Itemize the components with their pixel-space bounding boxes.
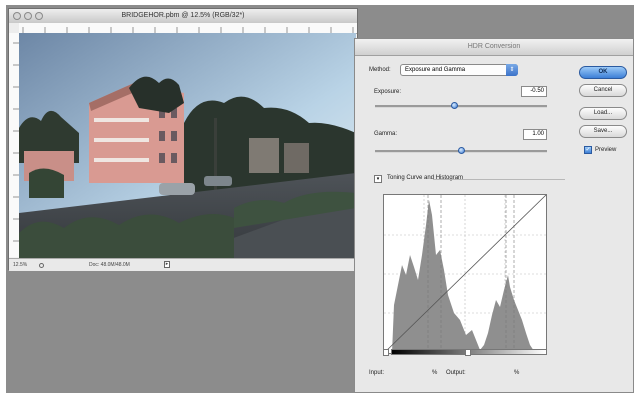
- zoom-window-icon[interactable]: [35, 12, 43, 20]
- exposure-label: Exposure:: [374, 89, 402, 95]
- toning-disclosure-icon[interactable]: ▾: [374, 175, 382, 183]
- cancel-button[interactable]: Cancel: [579, 84, 627, 97]
- load-button[interactable]: Load...: [579, 107, 627, 120]
- zoom-level[interactable]: 12.5%: [13, 259, 27, 271]
- status-menu-icon[interactable]: [39, 263, 44, 268]
- toning-curve-label: Toning Curve and Histogram: [387, 175, 464, 181]
- section-divider: [433, 179, 565, 180]
- save-button[interactable]: Save...: [579, 125, 627, 138]
- preview-label: Preview: [595, 147, 617, 153]
- document-titlebar[interactable]: BRIDGEHOR.pbm @ 12.5% (RGB/32*): [9, 9, 357, 24]
- method-select[interactable]: Exposure and Gamma ⇕: [400, 64, 518, 76]
- gamma-label: Gamma:: [374, 131, 398, 137]
- method-label: Method:: [369, 67, 391, 73]
- toning-curve-histogram[interactable]: [383, 194, 547, 354]
- document-title: BRIDGEHOR.pbm @ 12.5% (RGB/32*): [121, 12, 245, 19]
- black-point-marker[interactable]: [383, 349, 389, 356]
- midpoint-marker[interactable]: [465, 349, 471, 356]
- dropdown-arrows-icon: ⇕: [506, 64, 518, 76]
- preview-checkbox[interactable]: ✓: [584, 146, 592, 154]
- gamma-slider-thumb[interactable]: [457, 147, 465, 154]
- ruler-origin[interactable]: [9, 23, 19, 33]
- ok-button[interactable]: OK: [579, 66, 627, 79]
- document-status-bar: 12.5% Doc: 48.0M/48.0M ▸: [9, 258, 357, 271]
- exposure-slider-track[interactable]: [375, 105, 547, 108]
- scroll-right-icon[interactable]: ▸: [164, 261, 170, 268]
- close-window-icon[interactable]: [13, 12, 21, 20]
- input-label: Input:: [369, 370, 385, 376]
- hdr-conversion-dialog: HDR Conversion Method: Exposure and Gamm…: [354, 38, 634, 393]
- checkmark-icon: ✓: [585, 147, 591, 153]
- input-unit: %: [432, 370, 438, 376]
- exposure-slider-thumb[interactable]: [450, 102, 458, 109]
- method-value: Exposure and Gamma: [405, 67, 466, 73]
- document-window[interactable]: BRIDGEHOR.pbm @ 12.5% (RGB/32*) 12.5% Do…: [8, 8, 358, 271]
- gamma-input[interactable]: 1.00: [523, 129, 547, 140]
- exposure-input[interactable]: -0.50: [521, 86, 547, 97]
- hdr-preview-image: [19, 33, 356, 258]
- output-unit: %: [514, 370, 520, 376]
- output-label: Output:: [446, 370, 466, 376]
- minimize-window-icon[interactable]: [24, 12, 32, 20]
- document-size-info: Doc: 48.0M/48.0M: [89, 262, 130, 268]
- dialog-title: HDR Conversion: [355, 39, 633, 56]
